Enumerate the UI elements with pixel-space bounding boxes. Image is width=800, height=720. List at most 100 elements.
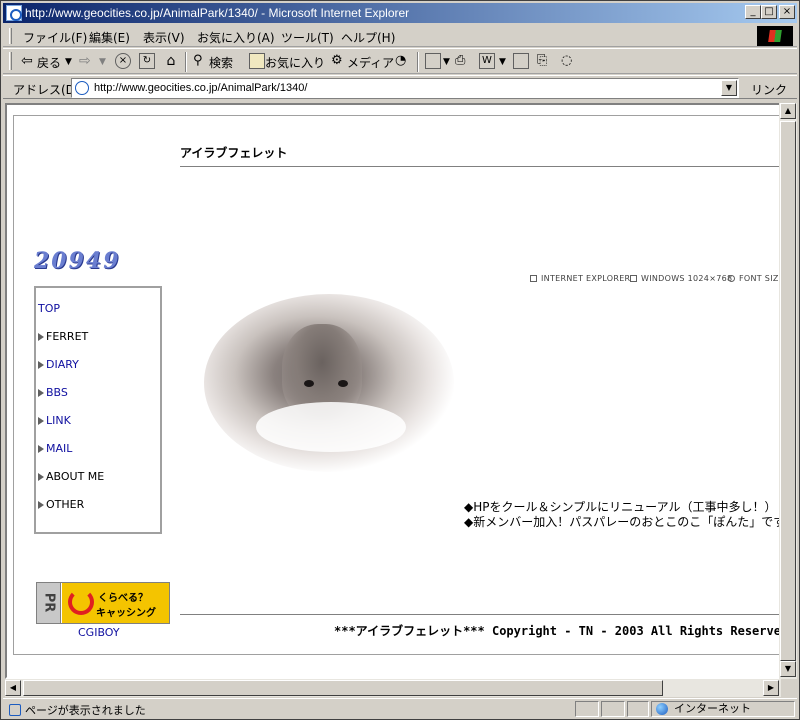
browser-info: INTERNET EXPLORER: [530, 274, 630, 283]
copyright: ***アイラブフェレット*** Copyright - TN - 2003 Al…: [334, 624, 781, 638]
arrow-right-icon: [38, 361, 44, 369]
arrow-right-icon: [38, 389, 44, 397]
page-title: アイラブフェレット: [180, 146, 288, 160]
status-message: ページが表示されました: [9, 702, 146, 718]
status-cell: [627, 701, 649, 717]
page-icon: [75, 81, 89, 95]
nav-label: FERRET: [46, 330, 89, 343]
globe-icon: [656, 703, 668, 715]
print-icon[interactable]: ⎙: [455, 53, 471, 69]
title-bar: http://www.geocities.co.jp/AnimalPark/13…: [3, 3, 797, 23]
mail-dropdown-icon[interactable]: ▼: [443, 57, 450, 67]
favorites-button[interactable]: お気に入り: [265, 54, 325, 71]
horizontal-scrollbar[interactable]: ◀ ▶: [5, 679, 781, 697]
arrow-right-icon: [38, 417, 44, 425]
arrow-right-icon: [38, 445, 44, 453]
vertical-scroll-thumb[interactable]: [780, 121, 796, 661]
nav-item-about-me[interactable]: ABOUT ME: [38, 470, 104, 483]
edit-dropdown-icon[interactable]: ▼: [499, 57, 506, 67]
back-button[interactable]: 戻る: [37, 54, 61, 71]
discuss-icon[interactable]: [513, 53, 529, 69]
cgiboy-link[interactable]: CGIBOY: [78, 626, 120, 639]
refresh-icon[interactable]: ↻: [139, 53, 155, 69]
ferret-photo: [204, 294, 454, 472]
forward-arrow-icon[interactable]: ⇨: [79, 53, 95, 69]
windows-logo-icon: [757, 26, 793, 46]
search-icon[interactable]: ⚲: [193, 53, 209, 69]
nav-item-mail[interactable]: MAIL: [38, 442, 72, 455]
pr-main: くらべる？ キャッシング: [62, 583, 169, 623]
minimize-button[interactable]: _: [745, 5, 761, 19]
back-arrow-icon[interactable]: ⇦: [21, 53, 37, 69]
toolbar: ⇦ 戻る ▼ ⇨ ▼ × ↻ ⌂ ⚲ 検索 お気に入り ⚙ メディア ◔ ▼ ⎙…: [3, 48, 797, 74]
page-done-icon: [9, 704, 21, 716]
address-url[interactable]: http://www.geocities.co.jp/AnimalPark/13…: [94, 82, 307, 94]
address-label: アドレス(D): [13, 83, 80, 97]
menu-favorites[interactable]: お気に入り(A): [197, 29, 275, 46]
scroll-left-icon[interactable]: ◀: [5, 680, 21, 696]
nav-label: LINK: [46, 414, 71, 427]
scroll-down-icon[interactable]: ▼: [780, 661, 796, 677]
visitor-counter: 20949: [34, 248, 121, 274]
scroll-right-icon[interactable]: ▶: [763, 680, 779, 696]
font-info: FONT SIZE: [728, 274, 781, 283]
address-bar: アドレス(D) http://www.geocities.co.jp/Anima…: [3, 75, 797, 99]
nav-label: BBS: [46, 386, 68, 399]
menu-view[interactable]: 表示(V): [143, 29, 185, 46]
zone-label: インターネット: [674, 702, 751, 715]
nav-item-link[interactable]: LINK: [38, 414, 71, 427]
media-button[interactable]: メディア: [347, 54, 394, 71]
stop-icon[interactable]: ×: [115, 53, 131, 69]
nav-item-diary[interactable]: DIARY: [38, 358, 79, 371]
back-dropdown-icon[interactable]: ▼: [65, 57, 72, 67]
vertical-scrollbar[interactable]: ▲ ▼: [779, 103, 797, 679]
address-dropdown-icon[interactable]: ▼: [721, 80, 737, 96]
ferret-eye: [338, 380, 348, 387]
browser-info-text: INTERNET EXPLORER: [541, 274, 631, 283]
font-info-text: FONT SIZE: [739, 274, 781, 283]
nav-item-ferret[interactable]: FERRET: [38, 330, 88, 343]
nav-item-other[interactable]: OTHER: [38, 498, 84, 511]
nav-item-top[interactable]: TOP: [38, 302, 60, 315]
pr-banner[interactable]: PR くらべる？ キャッシング: [36, 582, 170, 624]
scroll-up-icon[interactable]: ▲: [780, 103, 796, 119]
home-icon[interactable]: ⌂: [163, 53, 179, 69]
history-icon[interactable]: ◔: [395, 53, 411, 69]
scroll-corner: [781, 679, 797, 697]
menu-grip: [9, 28, 12, 44]
menu-help[interactable]: ヘルプ(H): [341, 29, 395, 46]
nav-item-bbs[interactable]: BBS: [38, 386, 68, 399]
ie-icon: [6, 5, 22, 21]
mail-icon[interactable]: [425, 53, 441, 69]
nav-label: OTHER: [46, 498, 85, 511]
menu-tools[interactable]: ツール(T): [281, 29, 334, 46]
arrow-right-icon: [38, 473, 44, 481]
research-icon[interactable]: ⎘: [537, 53, 553, 69]
pr-line2: キャッシング: [96, 608, 156, 619]
browser-icon: [530, 275, 537, 282]
pr-label: PR: [41, 592, 57, 613]
edit-icon[interactable]: W: [479, 53, 495, 69]
menu-file[interactable]: ファイル(F): [23, 29, 87, 46]
menu-bar: ファイル(F) 編集(E) 表示(V) お気に入り(A) ツール(T) ヘルプ(…: [3, 25, 797, 47]
ferret-eye: [304, 380, 314, 387]
search-button[interactable]: 検索: [209, 54, 233, 71]
menu-edit[interactable]: 編集(E): [89, 29, 130, 46]
page-frame: アイラブフェレット 20949 TOP FERRET DIARY BBS LIN…: [13, 115, 781, 655]
media-icon[interactable]: ⚙: [331, 53, 347, 69]
close-button[interactable]: ×: [779, 5, 795, 19]
messenger-icon[interactable]: ◌: [561, 53, 577, 69]
address-field[interactable]: http://www.geocities.co.jp/AnimalPark/13…: [71, 78, 739, 98]
maximize-button[interactable]: □: [761, 5, 777, 19]
forward-dropdown-icon[interactable]: ▼: [99, 57, 106, 67]
links-button[interactable]: リンク: [751, 81, 787, 98]
window-title: http://www.geocities.co.jp/AnimalPark/13…: [25, 6, 410, 20]
favorites-icon[interactable]: [249, 53, 265, 69]
status-cell: [601, 701, 625, 717]
os-info: WINDOWS 1024×768: [630, 274, 732, 283]
nav-menu: TOP FERRET DIARY BBS LINK MAIL ABOUT ME …: [34, 286, 162, 534]
nav-label: ABOUT ME: [46, 470, 105, 483]
toolbar-separator: [417, 52, 419, 72]
monitor-icon: [630, 275, 637, 282]
horizontal-scroll-thumb[interactable]: [23, 680, 663, 696]
